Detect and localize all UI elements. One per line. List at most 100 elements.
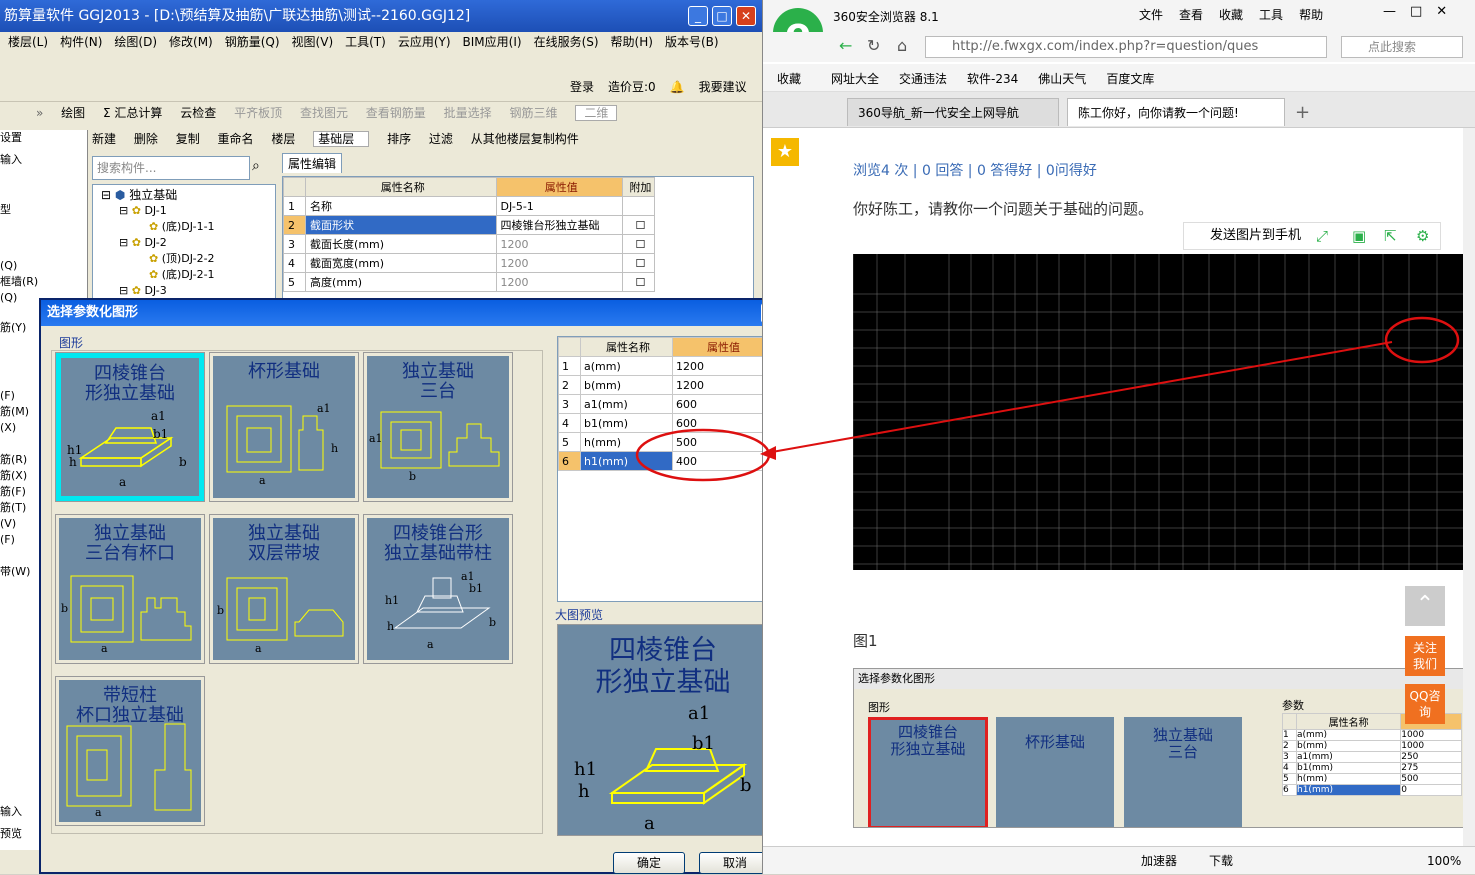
tree-node[interactable]: ⊟ ✿ DJ-2	[119, 235, 167, 251]
param-value-a1[interactable]: 600	[672, 394, 772, 414]
shape-tile-three-step-foundation[interactable]: 独立基础 三台 b a1	[363, 352, 513, 502]
flush-top-button[interactable]: 平齐板顶	[234, 106, 282, 120]
zoom-level[interactable]: 100%	[1427, 847, 1461, 875]
menu-view[interactable]: 查看	[1179, 8, 1203, 22]
menu-bim[interactable]: BIM应用(I)	[463, 35, 522, 49]
param-value-h[interactable]: 500	[672, 432, 772, 452]
nav-input[interactable]: 输入	[0, 804, 22, 820]
batch-select-button[interactable]: 批量选择	[444, 106, 492, 120]
checkbox[interactable]: ☐	[621, 234, 656, 254]
table-row[interactable]: 2 截面形状 四棱锥台形独立基础 ☐	[282, 215, 656, 235]
nav-item[interactable]: (Q)	[0, 258, 87, 274]
rebar-3d-button[interactable]: 钢筋三维	[509, 106, 557, 120]
cancel-button[interactable]: 取消	[699, 852, 771, 874]
menu-file[interactable]: 文件	[1139, 8, 1163, 22]
checkbox[interactable]: ☐	[621, 215, 656, 235]
star-icon[interactable]: ★	[771, 138, 799, 166]
download-button[interactable]: 下载	[1209, 847, 1233, 875]
table-row[interactable]: 4 截面宽度(mm) 1200 ☐	[282, 253, 656, 273]
nav-item[interactable]: 型	[0, 202, 87, 218]
menu-tools[interactable]: 工具(T)	[345, 35, 386, 49]
tab-property-edit[interactable]: 属性编辑	[282, 153, 342, 173]
delete-button[interactable]: 删除	[134, 132, 158, 146]
menu-tools[interactable]: 工具	[1259, 8, 1283, 22]
tree-node[interactable]: ✿ (底)DJ-1-1	[149, 219, 215, 235]
menu-modify[interactable]: 修改(M)	[169, 35, 213, 49]
back-to-top-button[interactable]: ⌃	[1405, 586, 1445, 626]
param-row[interactable]: 4 b1(mm) 600	[558, 413, 772, 433]
menu-help[interactable]: 帮助	[1299, 8, 1323, 22]
checkbox[interactable]: ☐	[621, 253, 656, 273]
view-mode-select[interactable]: 二维	[575, 105, 618, 121]
fav-item[interactable]: 佛山天气	[1038, 72, 1086, 86]
table-row[interactable]: 3 截面长度(mm) 1200 ☐	[282, 234, 656, 254]
home-icon[interactable]: ⌂	[897, 36, 907, 55]
bell-icon[interactable]: 🔔	[670, 80, 685, 94]
tree-node[interactable]: ⊟ ✿ DJ-1	[119, 203, 167, 219]
view-rebar-button[interactable]: 查看钢筋量	[366, 106, 426, 120]
refresh-icon[interactable]: ↻	[867, 36, 880, 55]
shape-tile-pyramid-foundation[interactable]: 四棱锥台 形独立基础 a b a1 b1 h1 h	[55, 352, 205, 502]
fav-item[interactable]: 网址大全	[831, 72, 879, 86]
menu-floor[interactable]: 楼层(L)	[8, 35, 48, 49]
menu-favorites[interactable]: 收藏	[1219, 8, 1243, 22]
new-tab-button[interactable]: +	[1295, 102, 1310, 123]
tree-node[interactable]: ✿ (顶)DJ-2-2	[149, 251, 215, 267]
suggest-link[interactable]: 我要建议	[699, 80, 747, 94]
nav-preview[interactable]: 预览	[0, 826, 22, 842]
menu-component[interactable]: 构件(N)	[60, 35, 102, 49]
close-button[interactable]: ✕	[736, 6, 756, 26]
fav-item[interactable]: 百度文库	[1106, 72, 1154, 86]
param-row[interactable]: 3 a1(mm) 600	[558, 394, 772, 414]
menu-rebar[interactable]: 钢筋量(Q)	[225, 35, 280, 49]
shape-tile-short-column-cup[interactable]: 带短柱 杯口独立基础 a	[55, 676, 205, 826]
browser-search-input[interactable]: 点此搜索	[1341, 36, 1463, 58]
save-icon[interactable]: ▣	[1352, 223, 1366, 249]
menu-view[interactable]: 视图(V)	[292, 35, 334, 49]
nav-item[interactable]: 框墙(R)	[0, 274, 87, 290]
param-value-h1[interactable]: 400	[672, 451, 772, 471]
window-controls[interactable]: —□✕	[1383, 4, 1461, 19]
nav-item[interactable]: 输入	[0, 152, 87, 168]
cloud-check-button[interactable]: 云检查	[180, 106, 216, 120]
sort-button[interactable]: 排序	[387, 132, 411, 146]
param-value-b1[interactable]: 600	[672, 413, 772, 433]
fav-item[interactable]: 收藏	[777, 72, 801, 86]
shape-tile-pyramid-with-column[interactable]: 四棱锥台形 独立基础带柱 a b a1 b1 h1 h	[363, 514, 513, 664]
vertical-scrollbar[interactable]	[1463, 128, 1475, 846]
tab-navigation[interactable]: 360导航_新一代安全上网导航	[847, 98, 1059, 126]
param-row[interactable]: 1 a(mm) 1200	[558, 356, 772, 376]
param-value-a[interactable]: 1200	[672, 356, 772, 376]
menu-version[interactable]: 版本号(B)	[665, 35, 719, 49]
fav-item[interactable]: 交通违法	[899, 72, 947, 86]
tab-question[interactable]: 陈工你好，向你请教一个问题!	[1067, 98, 1285, 126]
menu-online[interactable]: 在线服务(S)	[534, 35, 599, 49]
fav-item[interactable]: 软件-234	[967, 72, 1018, 86]
param-row[interactable]: 5 h(mm) 500	[558, 432, 772, 452]
login-link[interactable]: 登录	[570, 80, 594, 94]
copy-from-floor-button[interactable]: 从其他楼层复制构件	[471, 132, 579, 146]
send-to-phone-button[interactable]: 发送图片到手机	[1210, 228, 1301, 243]
ok-button[interactable]: 确定	[613, 852, 685, 874]
minimize-button[interactable]: _	[688, 6, 708, 26]
param-row[interactable]: 6 h1(mm) 400	[558, 451, 772, 471]
table-row[interactable]: 1 名称 DJ-5-1	[282, 196, 656, 216]
component-search-input[interactable]: 搜索构件...	[92, 156, 250, 180]
nav-item[interactable]: 设置	[0, 130, 87, 146]
menu-cloud[interactable]: 云应用(Y)	[398, 35, 451, 49]
rename-button[interactable]: 重命名	[218, 132, 254, 146]
copy-button[interactable]: 复制	[176, 132, 200, 146]
table-row[interactable]: 5 高度(mm) 1200 ☐	[282, 272, 656, 292]
share-icon[interactable]: ⇱	[1384, 223, 1397, 249]
shape-tile-double-slope[interactable]: 独立基础 双层带坡 ab	[209, 514, 359, 664]
follow-us-button[interactable]: 关注我们	[1405, 636, 1445, 676]
shape-tile-cup-foundation[interactable]: 杯形基础 a a1 h	[209, 352, 359, 502]
tree-node-root[interactable]: ⊟ ⬢ 独立基础	[101, 187, 177, 203]
draw-button[interactable]: 绘图	[61, 106, 85, 120]
back-icon[interactable]: ←	[839, 36, 852, 55]
accelerator-button[interactable]: 加速器	[1141, 847, 1177, 875]
search-icon[interactable]: ⌕	[252, 158, 260, 174]
checkbox[interactable]: ☐	[621, 272, 656, 292]
url-input[interactable]: http://e.fwxgx.com/index.php?r=question/…	[925, 36, 1327, 58]
param-row[interactable]: 2 b(mm) 1200	[558, 375, 772, 395]
